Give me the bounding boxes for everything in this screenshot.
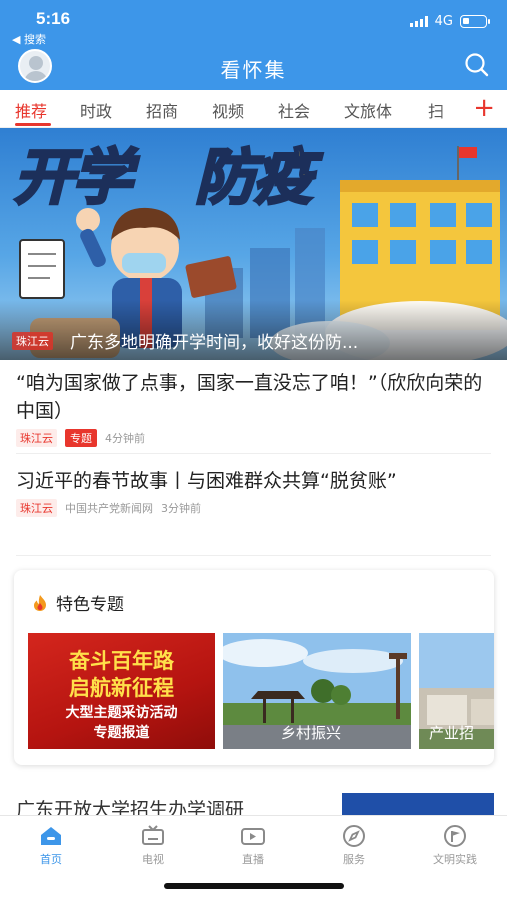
nav-label: 电视 xyxy=(142,853,164,866)
nav-home[interactable]: 首页 xyxy=(16,824,86,867)
tab-politics[interactable]: 时政 xyxy=(80,98,112,122)
publish-time: 4分钟前 xyxy=(105,432,145,445)
tab-investment[interactable]: 招商 xyxy=(146,98,178,122)
nav-label: 首页 xyxy=(40,853,62,866)
topic-label: 乡村振兴 xyxy=(281,724,342,742)
active-tab-indicator xyxy=(15,123,51,126)
publish-time: 3分钟前 xyxy=(161,502,201,515)
special-topics-header: 特色专题 xyxy=(32,590,124,615)
banner-art-text-2: 防疫 xyxy=(195,143,323,213)
news-title[interactable]: “咱为国家做了点事，国家一直没忘了咱！”（欣欣向荣的中国） xyxy=(16,369,491,425)
source-tag: 珠江云 xyxy=(16,499,57,517)
compass-icon xyxy=(343,825,365,847)
search-icon[interactable] xyxy=(463,51,491,79)
banner-title[interactable]: 广东多地明确开学时间，收好这份防... xyxy=(70,328,358,353)
nav-label: 直播 xyxy=(242,853,264,866)
app-screen: 5:16 ◀ 搜索 4G 看怀集 推荐 时政 招商 视频 社会 文旅体 扫 + … xyxy=(0,0,507,900)
status-bar: 5:16 ◀ 搜索 4G xyxy=(0,0,507,47)
tab-society[interactable]: 社会 xyxy=(278,98,310,122)
status-indicators: 4G xyxy=(409,14,490,29)
special-topics-title: 特色专题 xyxy=(56,595,124,615)
special-topics-card: 特色专题 奋斗百年路 启航新征程 大型主题采访活动 专题报道 乡村振兴 产业招 xyxy=(14,570,494,765)
nav-civilization-practice[interactable]: 文明实践 xyxy=(420,824,490,867)
tv-icon xyxy=(142,825,164,845)
source-tag: 珠江云 xyxy=(16,429,57,447)
topic-line: 奋斗百年路 xyxy=(69,648,174,673)
topic-card-industry[interactable]: 产业招 xyxy=(419,633,494,749)
channel-tabs: 推荐 时政 招商 视频 社会 文旅体 扫 + xyxy=(0,90,507,128)
home-indicator xyxy=(164,883,344,889)
status-time: 5:16 xyxy=(36,9,71,28)
battery-icon xyxy=(460,15,490,28)
nav-services[interactable]: 服务 xyxy=(319,824,389,867)
app-header: 5:16 ◀ 搜索 4G 看怀集 xyxy=(0,0,507,90)
nav-label: 服务 xyxy=(343,853,365,866)
topic-line: 大型主题采访活动 xyxy=(65,705,178,721)
nav-live[interactable]: 直播 xyxy=(218,824,288,867)
divider xyxy=(16,555,491,556)
flag-icon xyxy=(444,825,466,847)
banner-art-text-1: 开学 xyxy=(14,143,139,213)
nav-tv[interactable]: 电视 xyxy=(118,824,188,867)
live-icon xyxy=(241,828,265,845)
banner-carousel[interactable]: 开学 ‌ 防疫 珠江云 广东多地明确开学时间，收好这份防... xyxy=(0,128,507,360)
tabs-fade xyxy=(439,90,469,126)
topic-line: 启航新征程 xyxy=(69,675,174,700)
topic-line: 专题报道 xyxy=(93,725,150,741)
topic-label: 产业招 xyxy=(429,724,475,742)
topic-card-rural-revitalization[interactable]: 乡村振兴 xyxy=(223,633,411,749)
news-meta: 珠江云 专题 4分钟前 xyxy=(16,429,491,447)
publisher-name: 中国共产党新闻网 xyxy=(65,502,153,515)
news-title[interactable]: 习近平的春节故事丨与困难群众共算“脱贫账” xyxy=(16,467,491,495)
tab-video[interactable]: 视频 xyxy=(212,98,244,122)
divider xyxy=(16,453,491,454)
network-type: 4G xyxy=(434,14,453,29)
tab-culture-tourism-sports[interactable]: 文旅体 xyxy=(344,98,392,122)
banner-source-tag: 珠江云 xyxy=(12,332,53,350)
signal-icon xyxy=(409,16,428,27)
topic-badge: 专题 xyxy=(65,429,97,447)
news-item[interactable]: 习近平的春节故事丨与困难群众共算“脱贫账” 珠江云 中国共产党新闻网 3分钟前 xyxy=(16,467,491,517)
news-meta: 珠江云 中国共产党新闻网 3分钟前 xyxy=(16,499,491,517)
topic-card-centenary[interactable]: 奋斗百年路 启航新征程 大型主题采访活动 专题报道 xyxy=(28,633,215,749)
nav-label: 文明实践 xyxy=(433,853,477,866)
back-to-search-link[interactable]: ◀ 搜索 xyxy=(12,31,46,47)
home-icon xyxy=(41,827,61,845)
flame-icon xyxy=(34,594,46,611)
tab-recommend[interactable]: 推荐 xyxy=(15,98,47,122)
news-item[interactable]: “咱为国家做了点事，国家一直没忘了咱！”（欣欣向荣的中国） 珠江云 专题 4分钟… xyxy=(16,369,491,447)
add-channel-button[interactable]: + xyxy=(473,94,495,122)
app-title: 看怀集 xyxy=(220,58,287,82)
